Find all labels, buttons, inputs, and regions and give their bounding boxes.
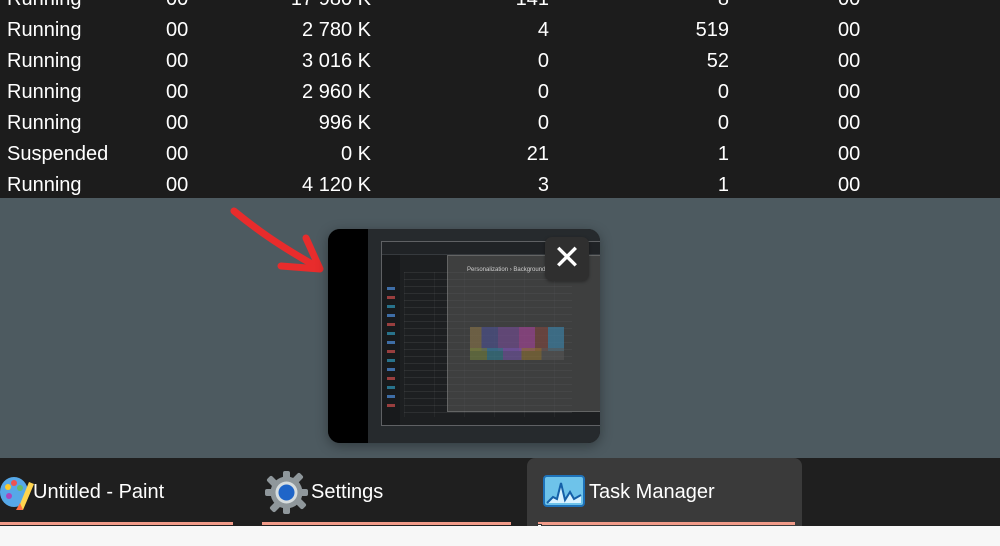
taskbar-item-settings[interactable]: Settings (262, 458, 512, 526)
table-row[interactable]: Suspended 00 0 K 21 1 00 (0, 139, 1000, 170)
table-row[interactable]: Running 00 4 120 K 3 1 00 (0, 170, 1000, 198)
task-manager-icon (543, 475, 585, 507)
disk-cell: 0 (537, 81, 549, 103)
status-cell: Running (7, 0, 82, 15)
cpu-cell: 00 (166, 50, 189, 72)
task-manager-process-table: Running 00 17 980 K 141 8 00 Running 00 … (0, 0, 1000, 198)
status-cell: Running (7, 50, 82, 72)
running-indicator (262, 522, 511, 525)
gear-icon (265, 471, 308, 514)
memory-cell: 2 960 K (302, 81, 371, 103)
table-row[interactable]: Running 00 3 016 K 0 52 00 (0, 46, 1000, 77)
cpu-cell: 00 (166, 143, 189, 165)
status-cell: Suspended (7, 143, 109, 165)
status-cell: Running (7, 174, 82, 196)
close-button[interactable]: ✕ (545, 237, 589, 281)
mini-color-swatches-secondary (470, 348, 564, 360)
memory-cell: 2 780 K (302, 19, 371, 41)
cpu-cell: 00 (166, 174, 189, 196)
network-cell: 1 (717, 143, 729, 165)
paint-icon (0, 477, 34, 510)
memory-cell: 3 016 K (302, 50, 371, 72)
network-cell: 52 (706, 50, 729, 72)
table-row[interactable]: Running 00 996 K 0 0 00 (0, 108, 1000, 139)
thumbnail-black-edge (328, 229, 368, 443)
gpu-cell: 00 (838, 50, 861, 72)
table-row[interactable]: Running 00 2 960 K 0 0 00 (0, 77, 1000, 108)
mini-settings-breadcrumb: Personalization › Background (467, 267, 546, 273)
table-row[interactable]: Running 00 17 980 K 141 8 00 (0, 0, 1000, 15)
cpu-cell: 00 (166, 112, 189, 134)
memory-cell: 996 K (318, 112, 371, 134)
cpu-cell: 00 (166, 81, 189, 103)
gpu-cell: 00 (838, 0, 860, 15)
network-cell: 0 (717, 112, 729, 134)
disk-cell: 0 (537, 50, 549, 72)
taskbar-item-paint[interactable]: Untitled - Paint (0, 458, 235, 526)
disk-cell: 4 (537, 19, 549, 41)
gpu-cell: 00 (838, 174, 861, 196)
red-arrow-annotation (230, 207, 324, 273)
bottom-window-strip (0, 526, 1000, 546)
memory-cell: 0 K (340, 143, 371, 165)
disk-cell: 3 (537, 174, 549, 196)
status-cell: Running (7, 19, 82, 41)
taskbar: Untitled - Paint Settings Task Manager (0, 458, 1000, 526)
mini-app-icons (387, 287, 395, 407)
close-icon: ✕ (552, 239, 582, 277)
disk-cell: 21 (526, 143, 549, 165)
running-indicator (538, 522, 795, 525)
taskbar-label: Untitled - Paint (33, 481, 165, 503)
network-cell: 0 (717, 81, 729, 103)
status-cell: Running (7, 81, 82, 103)
disk-cell: 141 (516, 0, 549, 15)
taskbar-label: Settings (311, 481, 384, 503)
network-cell: 519 (695, 19, 729, 41)
memory-cell: 17 980 K (291, 0, 371, 15)
network-cell: 8 (718, 0, 729, 15)
disk-cell: 0 (537, 112, 549, 134)
taskbar-item-task-manager[interactable]: Task Manager (527, 458, 802, 526)
table-row[interactable]: Running 00 2 780 K 4 519 00 (0, 15, 1000, 46)
memory-cell: 4 120 K (302, 174, 371, 196)
status-cell: Running (7, 112, 82, 134)
gpu-cell: 00 (838, 143, 861, 165)
gpu-cell: 00 (838, 19, 861, 41)
gpu-cell: 00 (838, 81, 861, 103)
taskbar-label: Task Manager (589, 481, 715, 503)
gpu-cell: 00 (838, 112, 861, 134)
cpu-cell: 00 (166, 0, 188, 15)
network-cell: 1 (717, 174, 729, 196)
cpu-cell: 00 (166, 19, 189, 41)
running-indicator (0, 522, 233, 525)
